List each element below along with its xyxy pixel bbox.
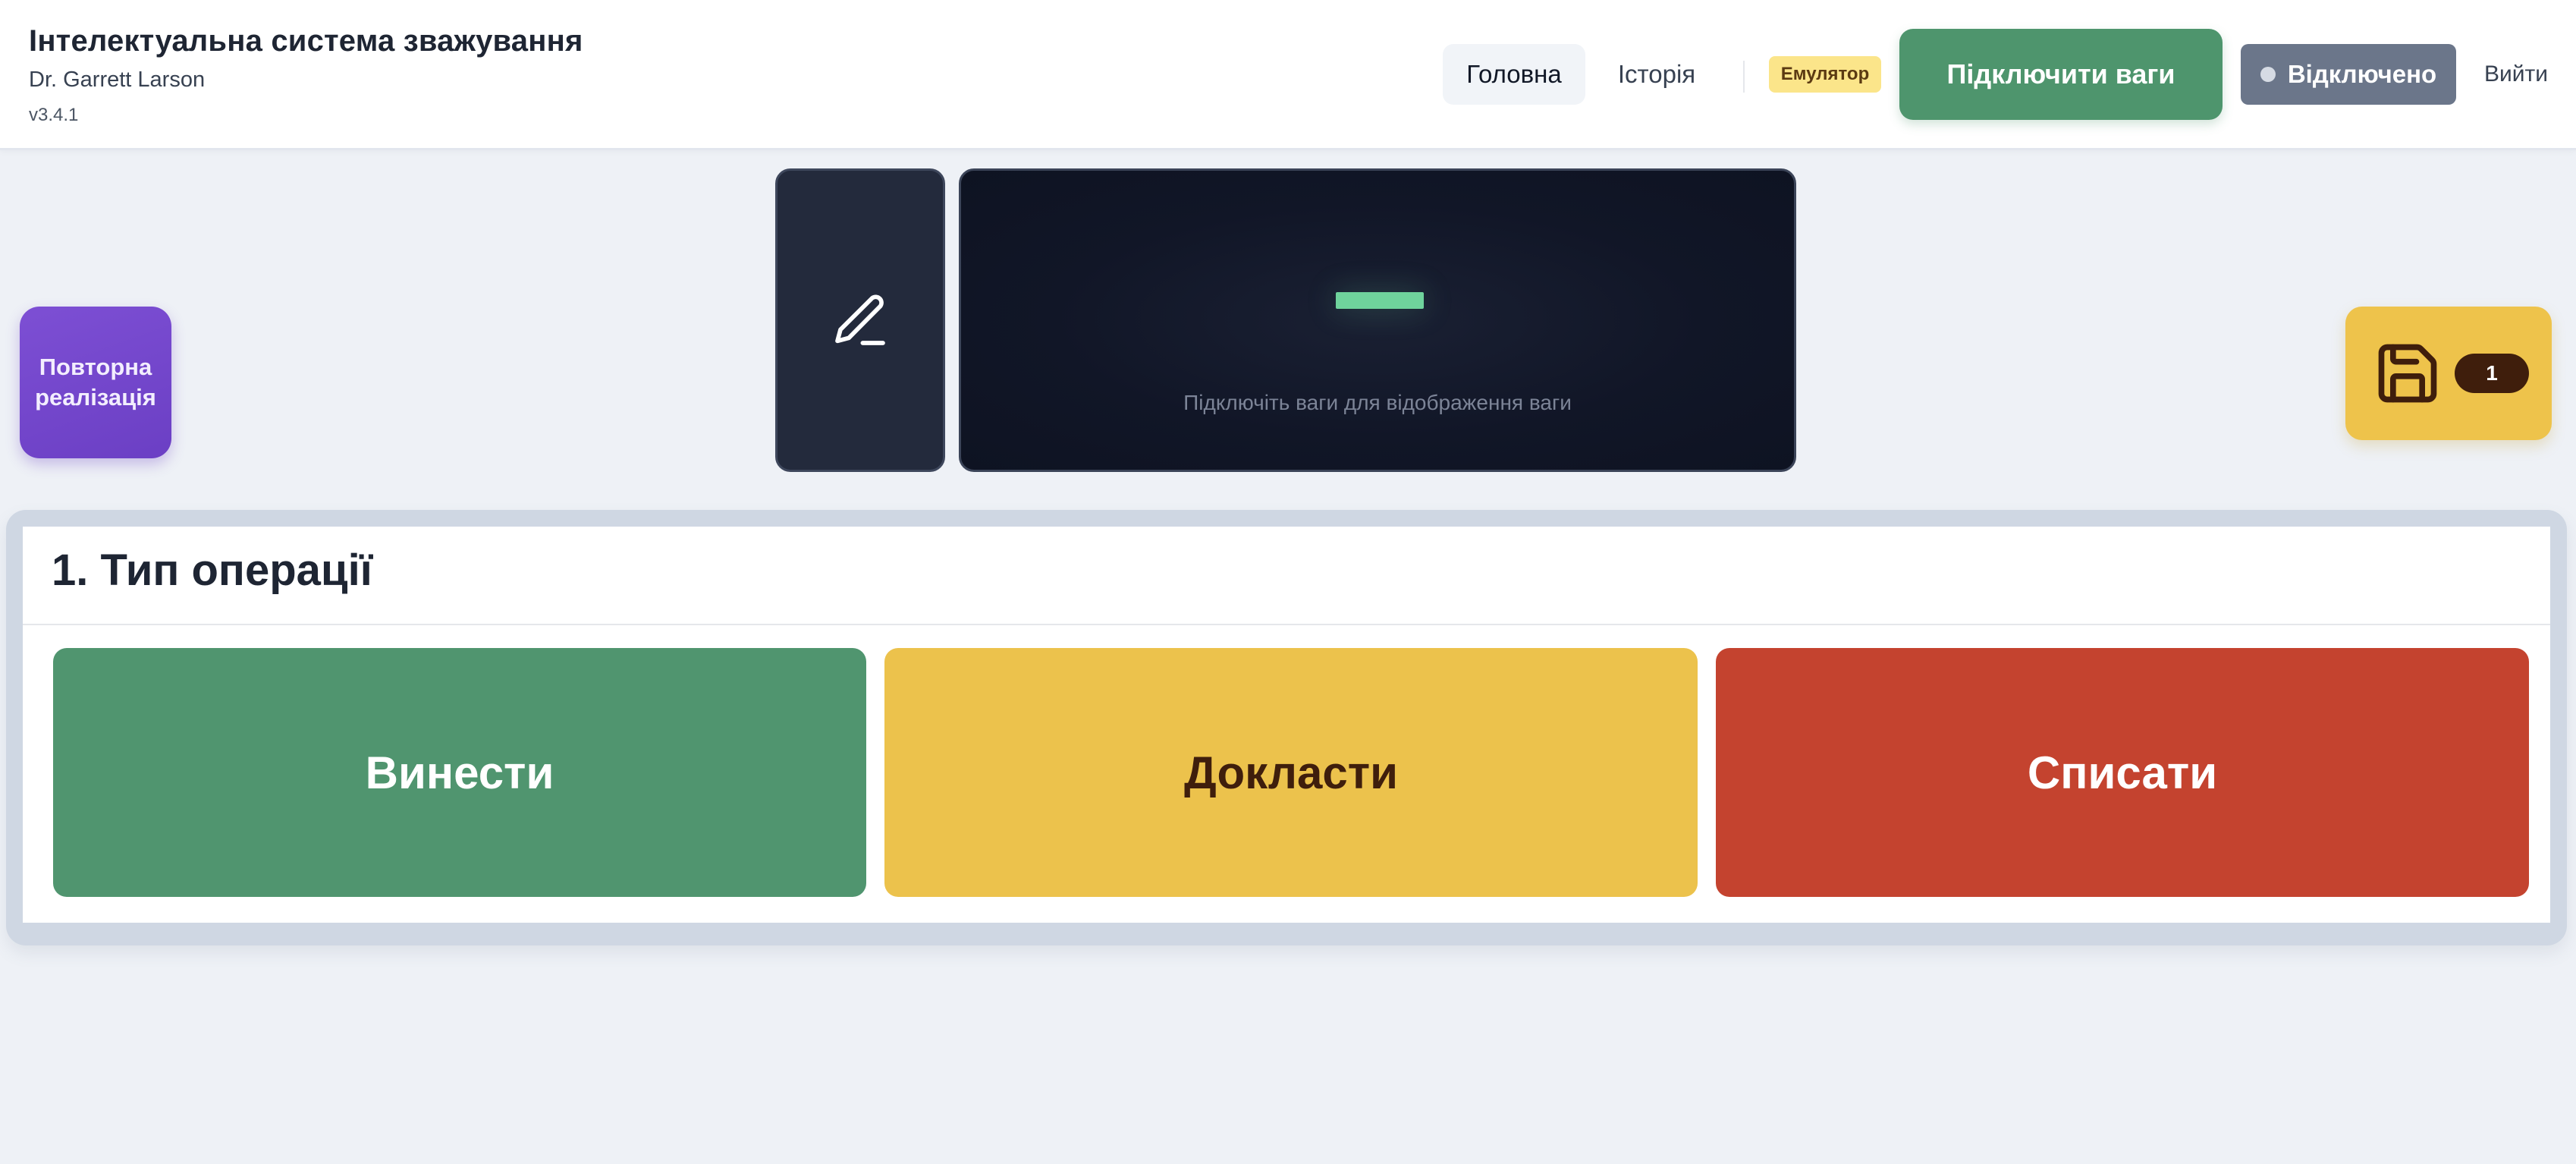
app-header: Інтелектуальна система зважування Dr. Ga… xyxy=(0,0,2576,150)
operation-carry-out-button[interactable]: Винести xyxy=(53,648,866,897)
operation-add-button[interactable]: Докласти xyxy=(884,648,1698,897)
operation-type-panel: 1. Тип операції Винести Докласти Списати xyxy=(23,527,2550,923)
emulator-badge: Емулятор xyxy=(1769,56,1881,93)
connection-status-label: Відключено xyxy=(2287,60,2437,88)
weight-value-placeholder xyxy=(1336,292,1424,309)
app-title: Інтелектуальна система зважування xyxy=(29,24,583,58)
tab-history[interactable]: Історія xyxy=(1596,44,1717,105)
weight-display: Підключіть ваги для відображення ваги xyxy=(959,168,1796,472)
status-dot-icon xyxy=(2260,67,2276,82)
user-name: Dr. Garrett Larson xyxy=(29,68,206,92)
save-count-badge: 1 xyxy=(2455,354,2529,393)
repeat-sale-label-line2: реалізація xyxy=(35,384,156,411)
pencil-icon xyxy=(835,294,885,345)
operation-type-title: 1. Тип операції xyxy=(52,546,372,595)
weight-hint: Підключіть ваги для відображення ваги xyxy=(1183,391,1572,414)
tab-home[interactable]: Головна xyxy=(1443,44,1585,105)
connect-scales-button[interactable]: Підключити ваги xyxy=(1899,29,2223,120)
operation-divider xyxy=(23,624,2550,625)
repeat-sale-button[interactable]: Повторна реалізація xyxy=(20,307,171,458)
floppy-disk-icon xyxy=(2378,344,2437,403)
connection-status-button[interactable]: Відключено xyxy=(2241,44,2456,105)
operation-write-off-button[interactable]: Списати xyxy=(1716,648,2529,897)
edit-weight-button[interactable] xyxy=(775,168,945,472)
app-version: v3.4.1 xyxy=(29,105,79,125)
logout-link[interactable]: Вийти xyxy=(2474,44,2558,105)
brand: Інтелектуальна система зважування Dr. Ga… xyxy=(29,24,583,126)
repeat-sale-label-line1: Повторна xyxy=(39,354,152,380)
operation-type-card: 1. Тип операції Винести Докласти Списати xyxy=(6,510,2567,945)
nav-divider xyxy=(1743,61,1745,93)
save-queue-button[interactable]: 1 xyxy=(2345,307,2552,440)
